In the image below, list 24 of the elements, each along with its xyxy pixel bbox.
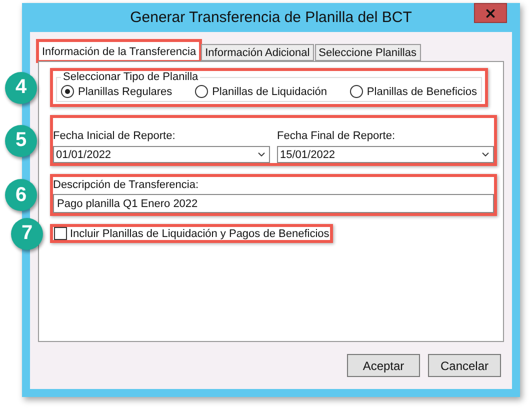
tab[interactable]: Información de la Transferencia <box>38 41 200 61</box>
tab[interactable]: Seleccione Planillas <box>314 44 420 61</box>
date-dropdown[interactable]: 01/01/2022 <box>53 146 270 163</box>
radio-option[interactable]: Planillas de Beneficios <box>350 85 477 98</box>
input-field[interactable]: Pago planilla Q1 Enero 2022 <box>53 194 494 213</box>
callout-badge: 5 <box>5 124 37 156</box>
close-button[interactable] <box>474 3 507 23</box>
checkbox-label: Incluir Planillas de Liquidación y Pagos de Beneficios <box>70 228 330 240</box>
dialog-button[interactable]: Cancelar <box>428 354 501 377</box>
checkbox[interactable] <box>54 227 67 240</box>
close-icon <box>484 6 497 20</box>
tab[interactable]: Información Adicional <box>201 44 314 61</box>
callout-badge: 6 <box>5 179 37 211</box>
group-label: Seleccionar Tipo de Planilla <box>62 71 200 83</box>
radio-option[interactable]: Planillas Regulares <box>61 85 172 98</box>
date-dropdown[interactable]: 15/01/2022 <box>277 146 494 163</box>
radio-option[interactable]: Planillas de Liquidación <box>195 85 328 98</box>
callout-badge: 4 <box>5 72 37 104</box>
field-label: Fecha Inicial de Reporte: <box>53 130 176 142</box>
field-label: Descripción de Transferencia: <box>53 179 200 191</box>
dialog-button[interactable]: Aceptar <box>347 354 420 377</box>
callout-badge: 7 <box>11 218 43 250</box>
window-title: Generar Transferencia de Planilla del BCT <box>130 9 412 26</box>
field-label: Fecha Final de Reporte: <box>277 130 396 142</box>
